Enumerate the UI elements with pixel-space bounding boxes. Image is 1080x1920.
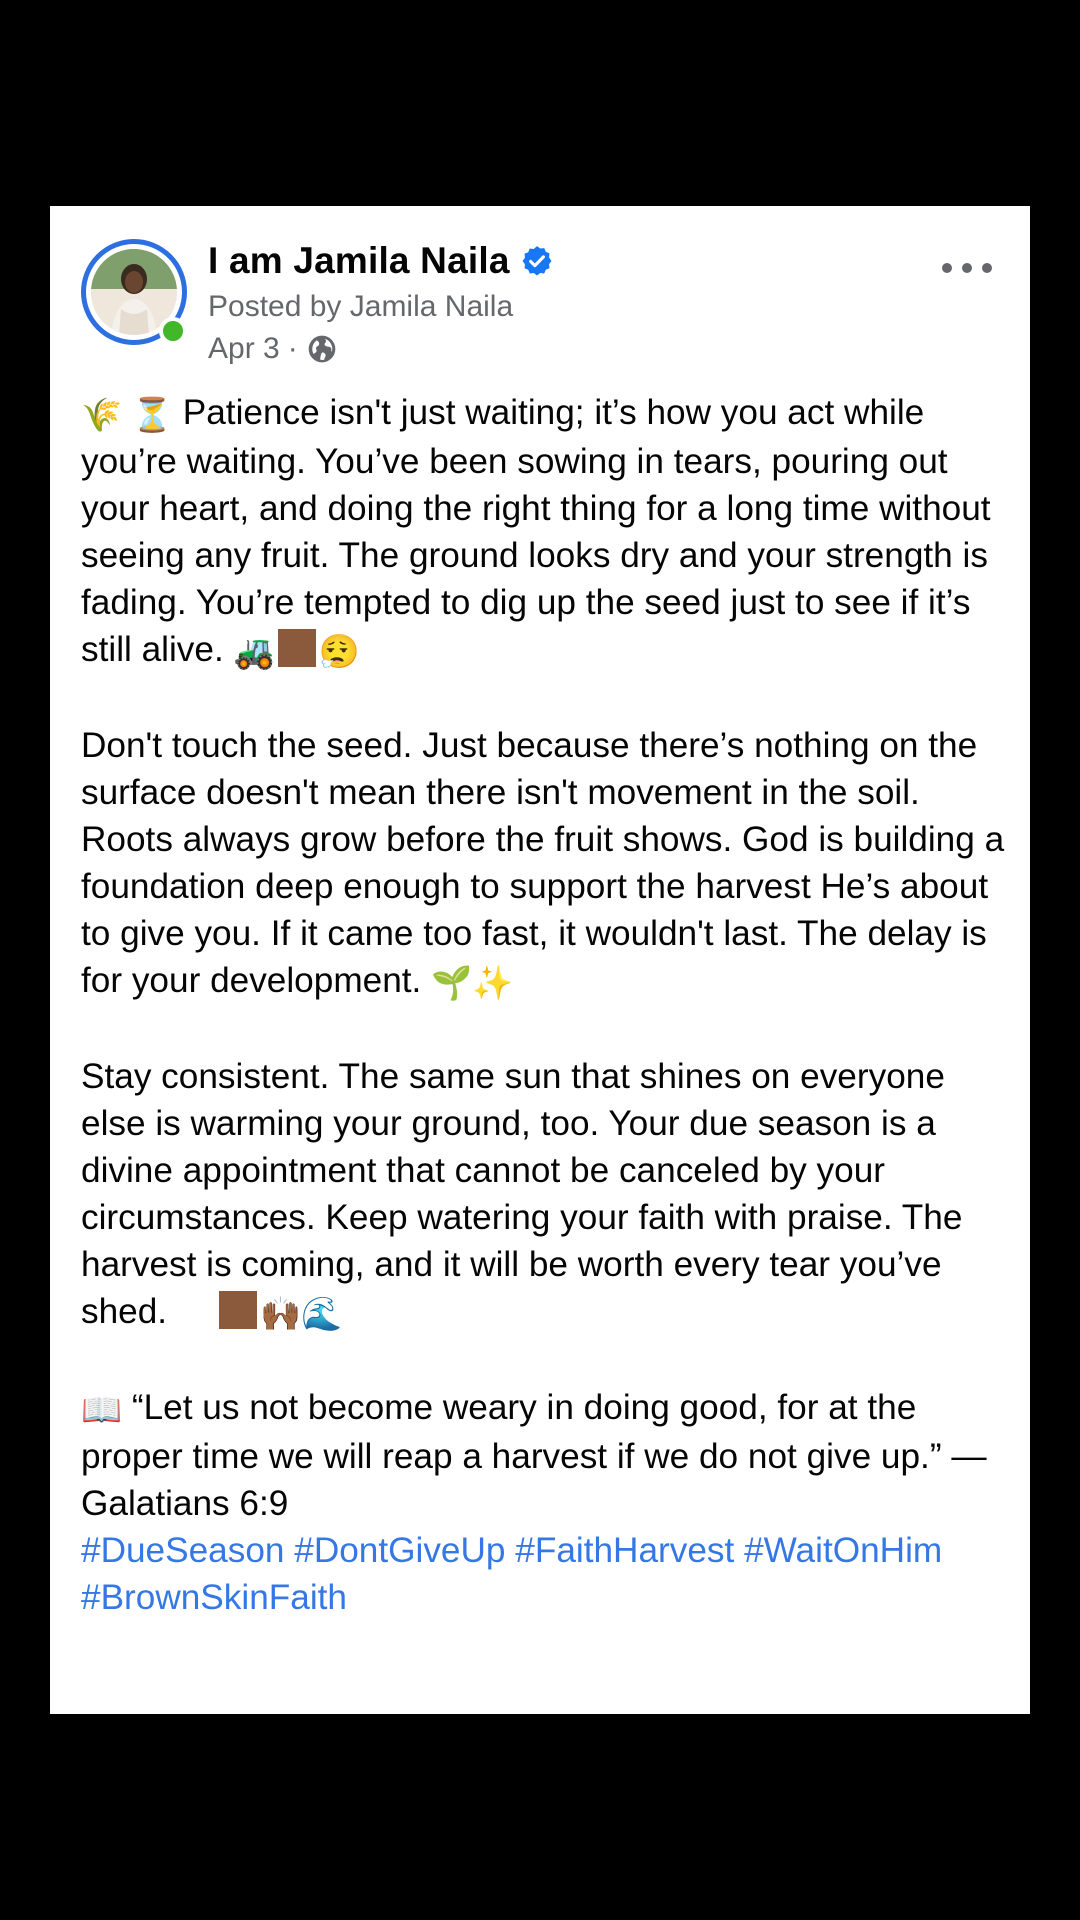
tractor-icon: 🚜: [233, 632, 275, 671]
post-card: I am Jamila Naila Posted by Jamila Naila…: [50, 206, 1030, 1714]
online-status-dot: [159, 317, 187, 345]
post-paragraph-4: 📖 “Let us not become weary in doing good…: [81, 1384, 1011, 1527]
paragraph-1-text: Patience isn't just waiting; it’s how yo…: [81, 393, 991, 669]
brown-square-icon: [277, 629, 316, 667]
post-text: 🌾 ⏳ Patience isn't just waiting; it’s ho…: [81, 389, 1011, 1621]
more-options-button[interactable]: [942, 256, 992, 280]
paragraph-3-text: Stay consistent. The same sun that shine…: [81, 1057, 963, 1331]
verified-badge-icon: [522, 246, 552, 276]
avatar[interactable]: [81, 239, 187, 345]
post-paragraph-3: Stay consistent. The same sun that shine…: [81, 1053, 1011, 1337]
page-name[interactable]: I am Jamila Naila: [208, 240, 510, 282]
globe-icon[interactable]: [306, 333, 338, 365]
rice-plant-icon: 🌾: [81, 395, 123, 434]
hashtag-link[interactable]: #BrownSkinFaith: [81, 1578, 347, 1617]
meta-separator: ·: [287, 332, 298, 365]
exhale-face-icon: 😮‍💨: [318, 632, 360, 671]
open-book-icon: 📖: [81, 1390, 123, 1429]
paragraph-2-text: Don't touch the seed. Just because there…: [81, 726, 1005, 1000]
brown-square-icon: [218, 1291, 257, 1329]
hashtag-link[interactable]: #WaitOnHim: [744, 1531, 942, 1570]
post-date[interactable]: Apr 3: [208, 332, 280, 366]
seedling-icon: 🌱: [431, 963, 473, 1002]
post-paragraph-1: 🌾 ⏳ Patience isn't just waiting; it’s ho…: [81, 389, 1011, 675]
hourglass-icon: ⏳: [131, 395, 173, 434]
wave-icon: 🌊: [301, 1294, 343, 1333]
raising-hands-icon: 🙌🏾: [259, 1294, 302, 1333]
posted-by-label: Posted by Jamila Naila: [208, 290, 514, 323]
page-name-row: I am Jamila Naila: [208, 236, 554, 286]
post-meta: Apr 3 ·: [208, 332, 338, 366]
hashtag-list: #DueSeason #DontGiveUp #FaithHarvest #Wa…: [81, 1527, 1011, 1621]
hashtag-link[interactable]: #DueSeason: [81, 1531, 284, 1570]
hashtag-link[interactable]: #DontGiveUp: [294, 1531, 505, 1570]
scripture-quote: “Let us not become weary in doing good, …: [81, 1388, 987, 1523]
sparkles-icon: ✨: [472, 963, 514, 1002]
post-paragraph-2: Don't touch the seed. Just because there…: [81, 722, 1011, 1006]
more-options-icon: [942, 263, 952, 273]
hashtag-link[interactable]: #FaithHarvest: [515, 1531, 734, 1570]
